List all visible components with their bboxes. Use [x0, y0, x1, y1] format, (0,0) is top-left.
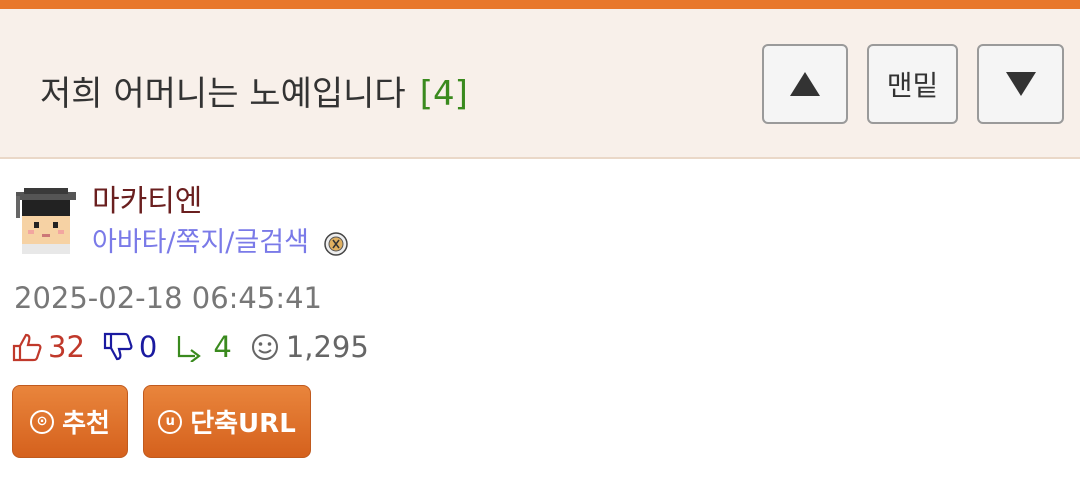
top-accent-bar [0, 0, 1080, 9]
short-url-circle-icon: u [158, 409, 183, 434]
scroll-down-button[interactable] [977, 44, 1064, 124]
up-triangle-icon [790, 72, 820, 96]
downvote-count: 0 [138, 330, 158, 364]
scroll-up-button[interactable] [762, 44, 848, 124]
level-badge-icon [323, 231, 348, 256]
recommend-circle-icon: ⊙ [30, 409, 55, 434]
view-count: 1,295 [285, 330, 369, 364]
post-title-text: 저희 어머니는 노예입니다 [40, 74, 406, 114]
recommend-button[interactable]: ⊙ 추천 [12, 385, 128, 458]
author-links[interactable]: 아바타/쪽지/글검색 [92, 224, 348, 262]
post-stats: 32 0 4 1,295 [12, 327, 387, 367]
upvote-count: 32 [48, 330, 85, 364]
post-title: 저희 어머니는 노예입니다 [4] [40, 69, 468, 119]
comment-count[interactable]: [4] [420, 74, 468, 114]
down-triangle-icon [1005, 72, 1036, 96]
go-bottom-button[interactable]: 맨밑 [867, 44, 958, 124]
smiley-icon [251, 334, 278, 360]
reply-arrow-icon [178, 336, 202, 362]
view-stat: 1,295 [250, 330, 369, 364]
reply-stat[interactable]: 4 [175, 330, 232, 364]
reply-count: 4 [213, 330, 232, 364]
post-date: 2025-02-18 06:45:41 [14, 281, 322, 315]
short-url-label: 단축URL [190, 409, 296, 439]
author-name[interactable]: 마카티엔 [92, 182, 202, 222]
avatar[interactable] [14, 186, 78, 254]
recommend-label: 추천 [62, 409, 110, 439]
upvote-stat[interactable]: 32 [12, 330, 85, 364]
post-header: 저희 어머니는 노예입니다 [4] 맨밑 [0, 9, 1080, 159]
downvote-stat[interactable]: 0 [103, 330, 157, 364]
thumbs-up-icon [12, 333, 42, 362]
author-links-text[interactable]: 아바타/쪽지/글검색 [92, 227, 309, 258]
short-url-button[interactable]: u 단축URL [143, 385, 311, 458]
thumbs-down-icon [103, 332, 133, 361]
